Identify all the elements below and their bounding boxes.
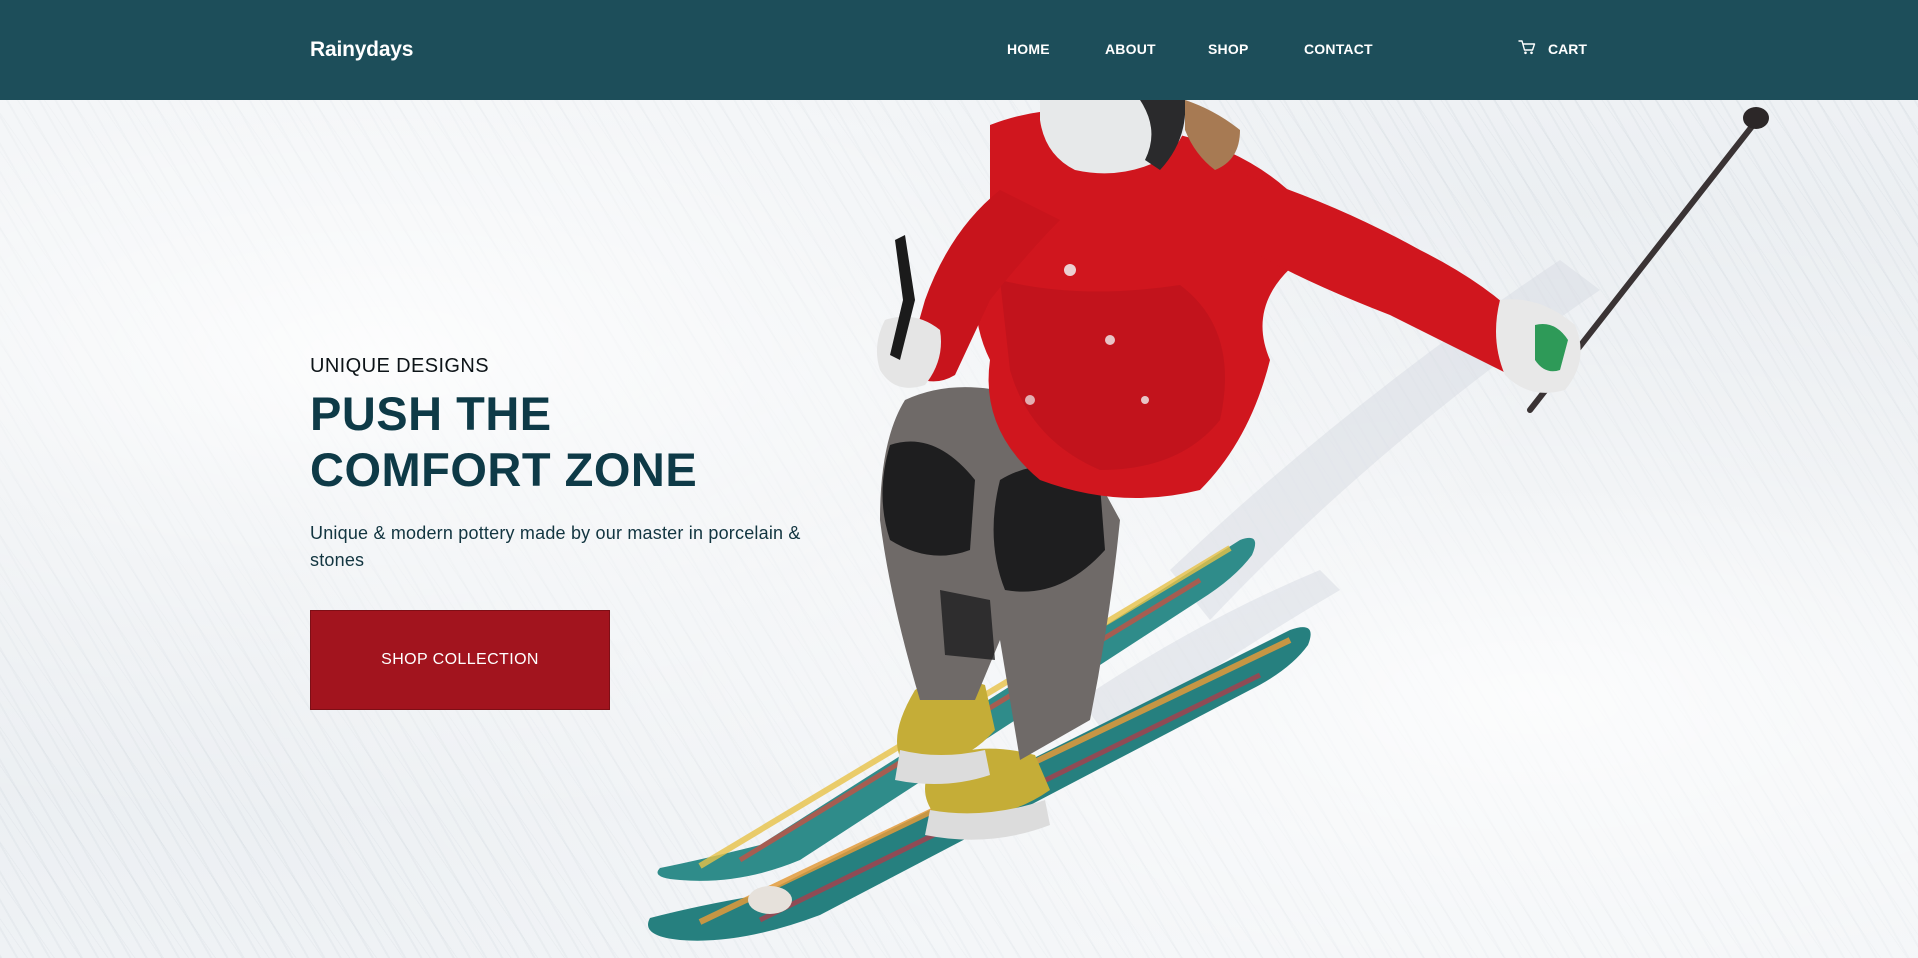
skier-hero-image (648, 100, 1769, 941)
cart-label: CART (1548, 40, 1587, 57)
hero-text: UNIQUE DESIGNS PUSH THE COMFORT ZONE Uni… (310, 355, 850, 574)
hero-eyebrow: UNIQUE DESIGNS (310, 355, 489, 377)
hero-headline-line-2: COMFORT ZONE (310, 443, 698, 496)
hero-section: UNIQUE DESIGNS PUSH THE COMFORT ZONE Uni… (0, 100, 1918, 958)
hero-headline: PUSH THE COMFORT ZONE (310, 386, 850, 498)
brand-logo[interactable]: Rainydays (310, 38, 413, 62)
nav-shop[interactable]: SHOP (1208, 41, 1248, 57)
shop-collection-button[interactable]: SHOP COLLECTION (310, 610, 610, 710)
hero-subtext: Unique & modern pottery made by our mast… (310, 523, 801, 570)
hero-headline-line-1: PUSH THE (310, 387, 552, 440)
cart-icon (1518, 39, 1536, 58)
site-header: Rainydays HOME ABOUT SHOP CONTACT CART (0, 0, 1918, 100)
nav-about[interactable]: ABOUT (1105, 41, 1156, 57)
nav-home[interactable]: HOME (1007, 41, 1050, 57)
cart-link[interactable]: CART (1518, 39, 1587, 58)
nav-contact[interactable]: CONTACT (1304, 41, 1373, 57)
